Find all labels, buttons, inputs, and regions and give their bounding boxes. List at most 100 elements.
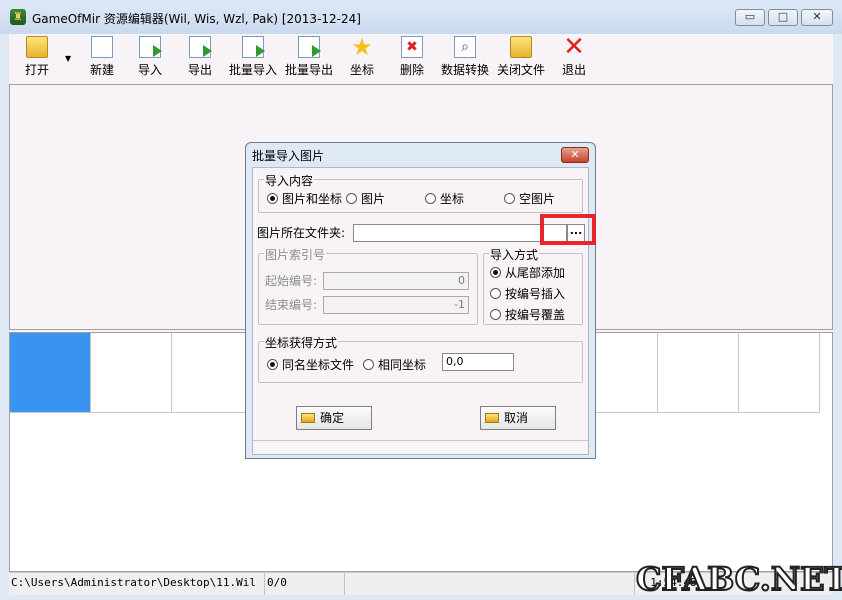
toolbar-label: 导出 bbox=[187, 63, 212, 77]
toolbar-label: 打开 bbox=[24, 63, 49, 77]
radio-dot[interactable] bbox=[346, 193, 357, 204]
toolbar-new-button[interactable]: 新建 bbox=[85, 34, 119, 84]
toolbar-convert-button[interactable]: ⌕ 数据转换 bbox=[439, 34, 491, 84]
radio-dot[interactable] bbox=[267, 359, 278, 370]
app-icon: ♜ bbox=[10, 9, 26, 25]
coord-source-legend: 坐标获得方式 bbox=[264, 334, 339, 351]
toolbar-delete-button[interactable]: ✖ 删除 bbox=[395, 34, 429, 84]
end-index-label: 结束编号: bbox=[265, 298, 318, 312]
radio-label: 相同坐标 bbox=[378, 358, 427, 372]
dialog-close-button[interactable]: ✕ bbox=[561, 147, 589, 163]
start-index-input[interactable]: 0 bbox=[323, 272, 469, 290]
toolbar-label: 数据转换 bbox=[440, 63, 489, 77]
window-title: GameOfMir 资源编辑器(Wil, Wis, Wzl, Pak) [201… bbox=[32, 12, 361, 26]
toolbar-label: 导入 bbox=[137, 63, 162, 77]
end-index-input[interactable]: -1 bbox=[323, 296, 469, 314]
radio-label: 按编号覆盖 bbox=[505, 308, 566, 322]
close-file-icon bbox=[510, 36, 532, 58]
radio-dot[interactable] bbox=[267, 193, 278, 204]
radio-image[interactable]: 图片 bbox=[346, 190, 385, 207]
exit-icon: ✕ bbox=[563, 32, 585, 62]
title-bar: ♜ GameOfMir 资源编辑器(Wil, Wis, Wzl, Pak) [2… bbox=[0, 0, 842, 34]
toolbar-import-button[interactable]: 导入 bbox=[133, 34, 167, 84]
close-window-button[interactable]: ✕ bbox=[801, 9, 833, 26]
star-icon: ★ bbox=[351, 33, 373, 61]
minimize-button[interactable]: ▭ bbox=[735, 9, 765, 26]
toolbar-export-button[interactable]: 导出 bbox=[183, 34, 217, 84]
watermark-logo: CFABC.NET bbox=[635, 559, 842, 599]
dialog-body: 导入内容 图片和坐标 图片 坐标 空图片 图片所在文件夹: ... 图片索引号 … bbox=[252, 167, 589, 455]
radio-label: 从尾部添加 bbox=[505, 266, 566, 280]
ok-label: 确定 bbox=[320, 411, 345, 425]
toolbar-label: 批量导入 bbox=[228, 63, 277, 77]
open-dropdown-arrow-icon[interactable]: ▼ bbox=[65, 54, 71, 63]
toolbar-batch-export-button[interactable]: 批量导出 bbox=[283, 34, 335, 84]
coord-source-group: 坐标获得方式 同名坐标文件 相同坐标 0,0 bbox=[258, 334, 583, 383]
folder-icon bbox=[301, 413, 315, 423]
thumbnail-cell[interactable] bbox=[91, 333, 172, 413]
cancel-label: 取消 bbox=[504, 411, 529, 425]
toolbar-exit-button[interactable]: ✕ 退出 bbox=[557, 34, 591, 84]
radio-empty-image[interactable]: 空图片 bbox=[504, 190, 555, 207]
import-mode-legend: 导入方式 bbox=[489, 246, 540, 263]
radio-same-name-coord-file[interactable]: 同名坐标文件 bbox=[267, 356, 354, 373]
radio-same-coord[interactable]: 相同坐标 bbox=[363, 356, 426, 373]
import-icon bbox=[139, 36, 162, 58]
status-file-path: C:\Users\Administrator\Desktop\11.Wil bbox=[9, 573, 265, 595]
dialog-title: 批量导入图片 bbox=[252, 149, 325, 163]
toolbar-label: 关闭文件 bbox=[496, 63, 545, 77]
radio-dot[interactable] bbox=[504, 193, 515, 204]
radio-dot[interactable] bbox=[490, 267, 501, 278]
radio-dot[interactable] bbox=[490, 288, 501, 299]
toolbar-label: 坐标 bbox=[349, 63, 374, 77]
radio-dot[interactable] bbox=[425, 193, 436, 204]
status-empty-panel bbox=[345, 573, 635, 595]
folder-label: 图片所在文件夹: bbox=[257, 226, 346, 240]
status-image-count: 0/0 bbox=[265, 573, 345, 595]
radio-coords[interactable]: 坐标 bbox=[425, 190, 464, 207]
cancel-button[interactable]: 取消 bbox=[480, 406, 556, 430]
highlight-annotation-box bbox=[540, 214, 596, 245]
folder-icon bbox=[485, 413, 499, 423]
radio-dot[interactable] bbox=[490, 309, 501, 320]
convert-icon: ⌕ bbox=[454, 36, 476, 58]
delete-icon: ✖ bbox=[401, 36, 423, 58]
toolbar-close-file-button[interactable]: 关闭文件 bbox=[495, 34, 547, 84]
export-icon bbox=[189, 36, 212, 58]
toolbar-label: 删除 bbox=[399, 63, 424, 77]
batch-import-dialog: 批量导入图片 ✕ 导入内容 图片和坐标 图片 坐标 空图片 图片所在文件夹: .… bbox=[245, 142, 596, 459]
toolbar-batch-import-button[interactable]: 批量导入 bbox=[227, 34, 279, 84]
toolbar-coordinates-button[interactable]: ★ 坐标 bbox=[345, 34, 379, 84]
radio-label: 图片 bbox=[361, 192, 386, 206]
import-content-group: 导入内容 图片和坐标 图片 坐标 空图片 bbox=[258, 172, 583, 213]
ok-button[interactable]: 确定 bbox=[296, 406, 372, 430]
radio-insert-by-index[interactable]: 按编号插入 bbox=[490, 285, 565, 302]
thumbnail-cell[interactable] bbox=[658, 333, 739, 413]
toolbar-label: 退出 bbox=[561, 63, 586, 77]
radio-dot[interactable] bbox=[363, 359, 374, 370]
toolbar-open-button[interactable]: 打开 bbox=[19, 34, 55, 84]
dialog-status-divider bbox=[253, 440, 588, 441]
open-folder-icon bbox=[26, 36, 48, 58]
thumbnail-cell-selected[interactable] bbox=[10, 333, 91, 413]
new-file-icon bbox=[91, 36, 113, 58]
maximize-button[interactable]: □ bbox=[768, 9, 798, 26]
radio-label: 坐标 bbox=[440, 192, 465, 206]
batch-export-icon bbox=[298, 36, 321, 58]
toolbar-label: 新建 bbox=[89, 63, 114, 77]
import-mode-group: 导入方式 从尾部添加 按编号插入 按编号覆盖 bbox=[483, 246, 583, 325]
radio-label: 空图片 bbox=[519, 192, 556, 206]
toolbar: 打开 ▼ 新建 导入 导出 批量导入 批量导出 ★ 坐标 ✖ 删除 ⌕ 数据转换… bbox=[9, 34, 833, 85]
image-index-legend: 图片索引号 bbox=[264, 246, 327, 263]
toolbar-label: 批量导出 bbox=[284, 63, 333, 77]
batch-import-icon bbox=[242, 36, 265, 58]
radio-overwrite-by-index[interactable]: 按编号覆盖 bbox=[490, 306, 565, 323]
folder-path-input[interactable] bbox=[353, 224, 567, 242]
radio-label: 同名坐标文件 bbox=[282, 358, 355, 372]
thumbnail-cell[interactable] bbox=[172, 333, 253, 413]
thumbnail-cell[interactable] bbox=[739, 333, 820, 413]
radio-append-tail[interactable]: 从尾部添加 bbox=[490, 264, 565, 281]
radio-image-and-coords[interactable]: 图片和坐标 bbox=[267, 190, 342, 207]
image-index-group: 图片索引号 起始编号: 0 结束编号: -1 bbox=[258, 246, 478, 325]
coord-value-input[interactable]: 0,0 bbox=[442, 353, 514, 371]
